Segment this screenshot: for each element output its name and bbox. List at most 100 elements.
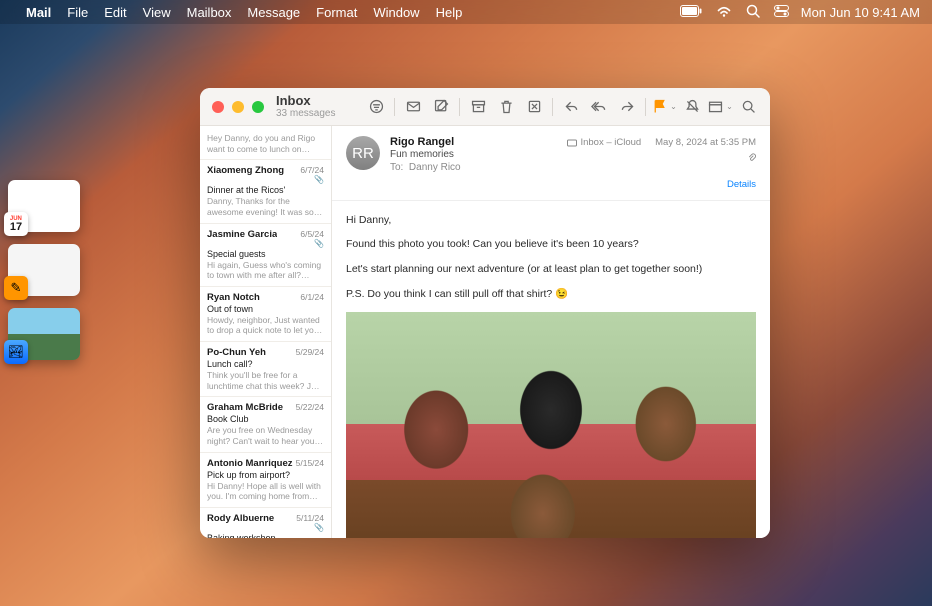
attached-photo[interactable] — [346, 312, 756, 538]
body-line: Let's start planning our next adventure … — [346, 262, 756, 278]
message-item[interactable]: Ryan Notch 6/1/24 Out of townHowdy, neighb… — [200, 287, 331, 342]
message-item[interactable]: Antonio Manriquez5/15/24 Pick up from air… — [200, 453, 331, 508]
date: 5/22/24 — [296, 402, 324, 412]
titlebar[interactable]: Inbox 33 messages ⌄ ⌄ — [200, 88, 770, 126]
subject: Out of town — [207, 304, 324, 314]
calendar-app-icon: JUN17 — [4, 212, 28, 236]
timestamp: May 8, 2024 at 5:35 PM — [655, 136, 756, 149]
stage-thumb-calendar[interactable]: JUN17 — [8, 180, 80, 232]
toolbar: ⌄ ⌄ — [362, 94, 762, 120]
menubar: Mail File Edit View Mailbox Message Form… — [0, 0, 932, 24]
attachment-icon: 📎 — [314, 175, 324, 184]
stage-manager-stack: JUN17 ✎ 🏞 — [8, 180, 80, 360]
date: 5/29/24 — [296, 347, 324, 357]
window-title-text: Inbox — [276, 94, 335, 108]
traffic-lights — [212, 101, 264, 113]
message-item[interactable]: Graham McBride 5/22/24 Book ClubAre you fr… — [200, 397, 331, 452]
preview: Are you free on Wednesday night? Can't w… — [207, 425, 324, 446]
preview-app-icon: 🏞 — [4, 340, 28, 364]
subject: Lunch call? — [207, 359, 324, 369]
from-name: Rigo Rangel — [390, 136, 557, 148]
sender: Xiaomeng Zhong — [207, 165, 284, 176]
menu-file[interactable]: File — [67, 5, 88, 20]
folder-label: Inbox – iCloud May 8, 2024 at 5:35 PM — [567, 136, 756, 149]
attachment-icon: 📎 — [314, 239, 324, 248]
menu-window[interactable]: Window — [373, 5, 419, 20]
preview: Howdy, neighbor, Just wanted to drop a q… — [207, 315, 324, 336]
wifi-icon[interactable] — [716, 5, 732, 20]
move-button[interactable]: ⌄ — [706, 94, 734, 120]
preview: Hi Danny! Hope all is well with you. I'm… — [207, 481, 324, 502]
app-name[interactable]: Mail — [26, 5, 51, 20]
menu-format[interactable]: Format — [316, 5, 357, 20]
message-item[interactable]: Jasmine Garcia6/5/24📎Special guestsHi ag… — [200, 224, 331, 287]
date: 5/15/24 — [296, 458, 324, 468]
attachment-icon — [747, 153, 756, 162]
menu-mailbox[interactable]: Mailbox — [187, 5, 232, 20]
flag-button[interactable]: ⌄ — [650, 94, 678, 120]
search-button[interactable] — [734, 94, 762, 120]
preview: Hi again, Guess who's coming to town wit… — [207, 260, 324, 281]
menu-message[interactable]: Message — [247, 5, 300, 20]
body-line: Found this photo you took! Can you belie… — [346, 237, 756, 253]
control-center-icon[interactable] — [774, 5, 789, 20]
sender: Graham McBride — [207, 402, 283, 413]
subject: Dinner at the Ricos' — [207, 185, 324, 195]
message-item[interactable]: Po-Chun Yeh 5/29/24 Lunch call?Think you'l… — [200, 342, 331, 397]
maximize-button[interactable] — [252, 101, 264, 113]
sender: Rody Albuerne — [207, 513, 274, 524]
sender: Po-Chun Yeh — [207, 347, 266, 358]
mail-window: Inbox 33 messages ⌄ ⌄ Hey Danny, do you … — [200, 88, 770, 538]
date: 6/1/24 — [300, 292, 324, 302]
stage-thumb-photo[interactable]: 🏞 — [8, 308, 80, 360]
details-link[interactable]: Details — [567, 178, 756, 191]
sender: Jasmine Garcia — [207, 229, 277, 240]
stage-thumb-document[interactable]: ✎ — [8, 244, 80, 296]
forward-button[interactable] — [613, 94, 641, 120]
window-title: Inbox 33 messages — [276, 94, 335, 119]
sender: Antonio Manriquez — [207, 458, 293, 469]
body-line: Hi Danny, — [346, 213, 756, 229]
junk-button[interactable] — [520, 94, 548, 120]
message-item[interactable]: Hey Danny, do you and Rigo want to come … — [200, 126, 331, 160]
preview: Hey Danny, do you and Rigo want to come … — [207, 133, 324, 154]
reply-button[interactable] — [557, 94, 585, 120]
message-list[interactable]: Hey Danny, do you and Rigo want to come … — [200, 126, 332, 538]
subject: Special guests — [207, 249, 324, 259]
reply-all-button[interactable] — [585, 94, 613, 120]
attachment-icon: 📎 — [314, 523, 324, 532]
archive-button[interactable] — [464, 94, 492, 120]
avatar: RR — [346, 136, 380, 170]
subject: Pick up from airport? — [207, 470, 324, 480]
sender: Ryan Notch — [207, 292, 260, 303]
battery-icon[interactable] — [680, 5, 702, 20]
mute-button[interactable] — [678, 94, 706, 120]
body-line: P.S. Do you think I can still pull off t… — [346, 287, 756, 303]
message-item[interactable]: Rody Albuerne5/11/24📎Baking workshopHell… — [200, 508, 331, 538]
menu-edit[interactable]: Edit — [104, 5, 126, 20]
subject: Book Club — [207, 414, 324, 424]
pages-app-icon: ✎ — [4, 276, 28, 300]
subject-line: Fun memories — [390, 149, 557, 160]
menu-view[interactable]: View — [143, 5, 171, 20]
menu-help[interactable]: Help — [436, 5, 463, 20]
compose-button[interactable] — [427, 94, 455, 120]
message-reader: RR Rigo Rangel Fun memories To: Danny Ri… — [332, 126, 770, 538]
subject: Baking workshop — [207, 533, 324, 538]
to-line: To: Danny Rico — [390, 162, 557, 173]
spotlight-icon[interactable] — [746, 4, 760, 21]
message-header: RR Rigo Rangel Fun memories To: Danny Ri… — [332, 126, 770, 201]
delete-button[interactable] — [492, 94, 520, 120]
filter-button[interactable] — [362, 94, 390, 120]
clock[interactable]: Mon Jun 10 9:41 AM — [801, 5, 920, 20]
chevron-down-icon: ⌄ — [670, 102, 677, 111]
preview: Danny, Thanks for the awesome evening! I… — [207, 196, 324, 217]
window-subtitle: 33 messages — [276, 108, 335, 119]
message-item[interactable]: Xiaomeng Zhong6/7/24📎Dinner at the Ricos… — [200, 160, 331, 223]
chevron-down-icon: ⌄ — [726, 102, 733, 111]
preview: Think you'll be free for a lunchtime cha… — [207, 370, 324, 391]
minimize-button[interactable] — [232, 101, 244, 113]
close-button[interactable] — [212, 101, 224, 113]
message-body: Hi Danny, Found this photo you took! Can… — [332, 201, 770, 538]
new-message-button[interactable] — [399, 94, 427, 120]
